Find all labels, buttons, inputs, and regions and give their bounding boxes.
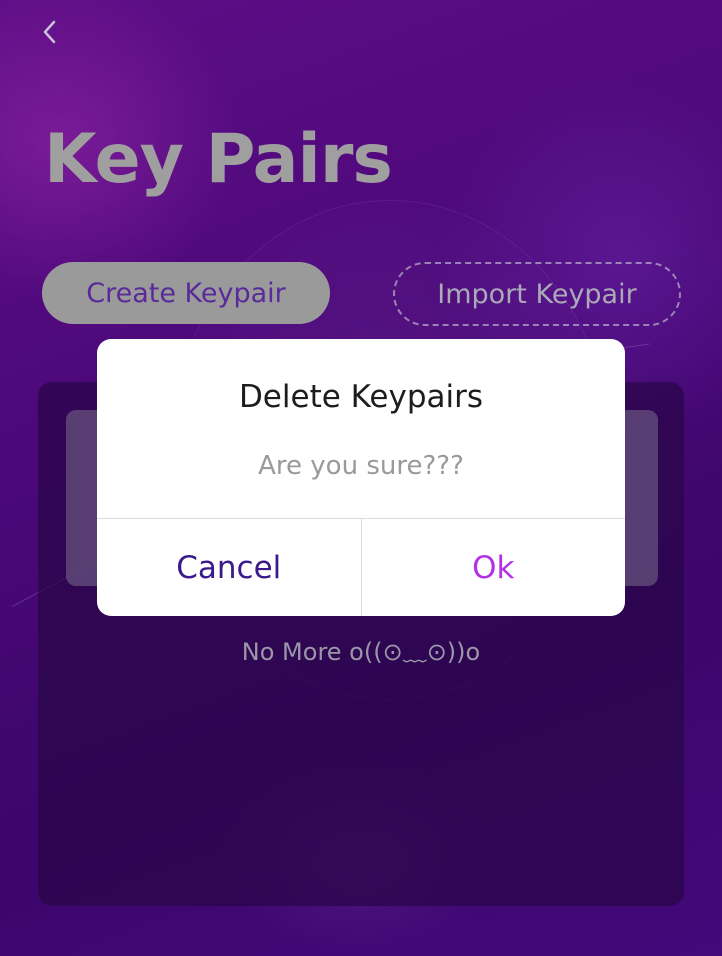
cancel-button[interactable]: Cancel (97, 519, 362, 616)
delete-keypairs-dialog: Delete Keypairs Are you sure??? Cancel O… (97, 339, 625, 616)
dialog-message: Are you sure??? (258, 451, 464, 481)
dialog-actions: Cancel Ok (97, 518, 625, 616)
dialog-title: Delete Keypairs (238, 379, 484, 415)
ok-button[interactable]: Ok (362, 519, 626, 616)
